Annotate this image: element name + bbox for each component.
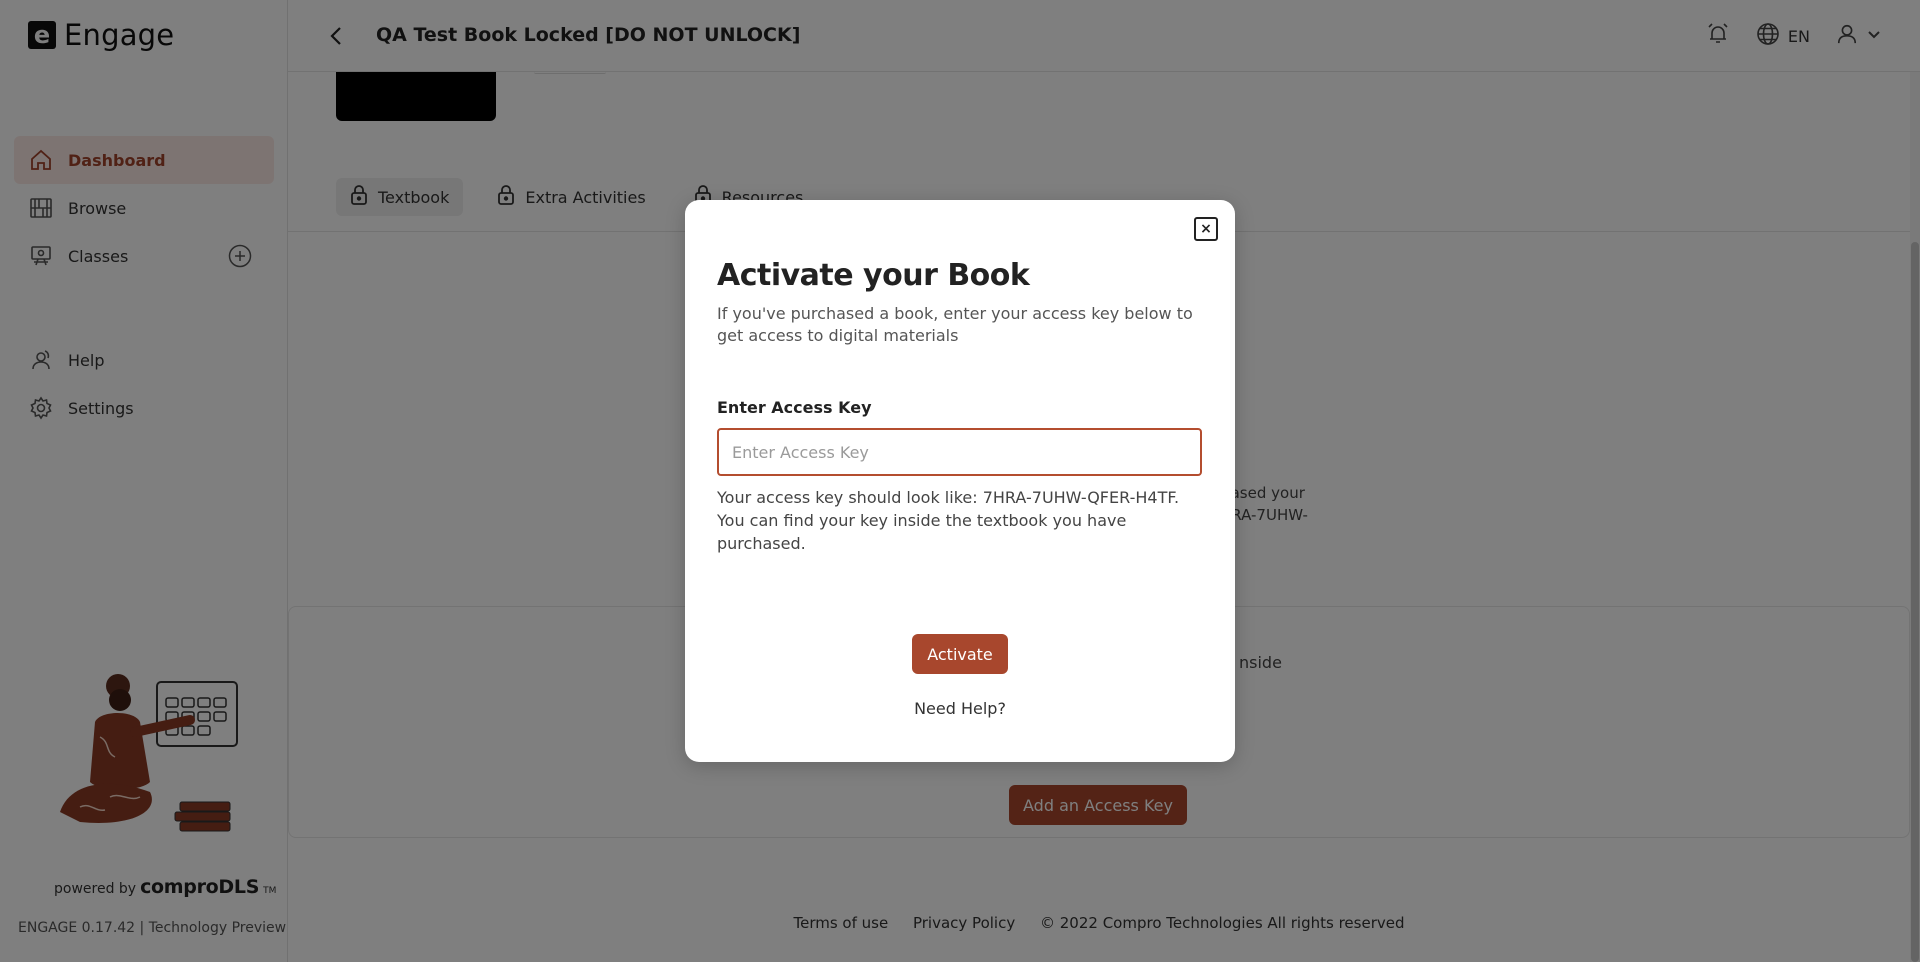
activate-book-modal: × Activate your Book If you've purchased… — [685, 200, 1235, 762]
access-key-input[interactable] — [717, 428, 1202, 476]
access-key-label: Enter Access Key — [717, 398, 872, 417]
access-key-hint: Your access key should look like: 7HRA-7… — [717, 488, 1180, 553]
modal-title: Activate your Book — [717, 258, 1030, 293]
modal-subtitle: If you've purchased a book, enter your a… — [717, 304, 1193, 345]
close-icon[interactable]: × — [1194, 217, 1218, 241]
activate-button[interactable]: Activate — [912, 634, 1008, 674]
need-help-link[interactable]: Need Help? — [685, 699, 1235, 718]
